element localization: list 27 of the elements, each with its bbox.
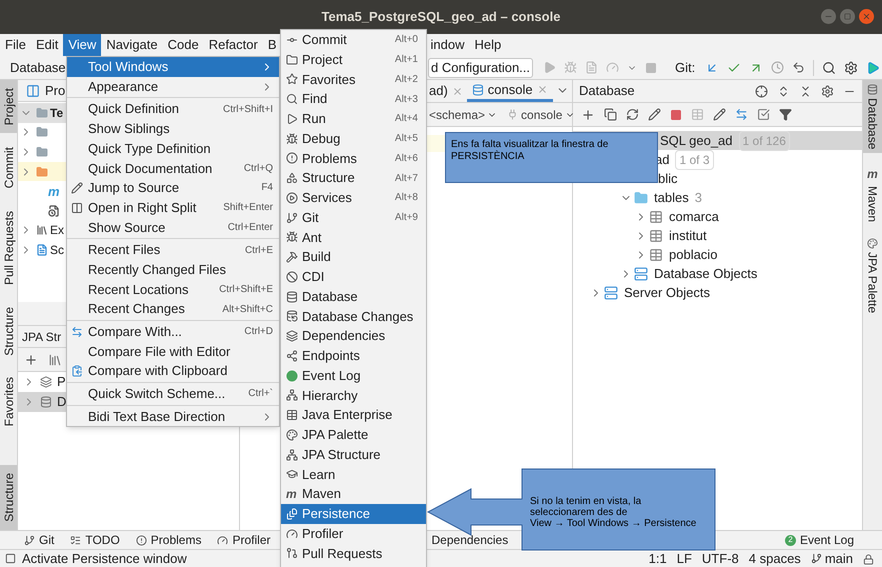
panel-title: Database <box>579 82 636 100</box>
tree-label: institut <box>669 226 707 245</box>
tree-label: Ex <box>50 222 64 240</box>
git-label: Git: <box>675 58 696 77</box>
tree-label: D <box>57 393 66 412</box>
tree-label: P <box>57 373 66 392</box>
panel-title: Pro <box>45 82 66 100</box>
tree-label: Server Objects <box>624 284 710 302</box>
count-label: 1 of 126 <box>738 130 790 150</box>
tree-label: blic <box>658 170 678 188</box>
tree-label: Te <box>50 104 64 122</box>
tree-label: tables <box>654 188 689 207</box>
tree-label: SQL geo_ad <box>660 132 733 150</box>
tree-label: Database Objects <box>654 264 758 283</box>
maven-icon: m <box>286 485 297 504</box>
count-badge: 2 <box>784 534 796 546</box>
status-message: Activate Persistence window <box>22 550 187 567</box>
breadcrumb-label: Database <box>10 60 66 75</box>
window-title: Tema5_PostgreSQL_geo_ad – console <box>322 8 560 26</box>
tree-label: Sc <box>50 242 64 259</box>
maven-icon: m <box>867 165 878 184</box>
tree-label: poblacio <box>669 246 718 264</box>
panel-title: JPA Str <box>22 328 62 346</box>
count-label: 1 of 3 <box>675 150 714 170</box>
count-label: 3 <box>694 188 702 207</box>
callout-text: Si no la tenim en vista, la seleccionarem des de View → Tool Windows → Persistence <box>530 496 698 529</box>
tree-label: comarca <box>669 208 719 226</box>
